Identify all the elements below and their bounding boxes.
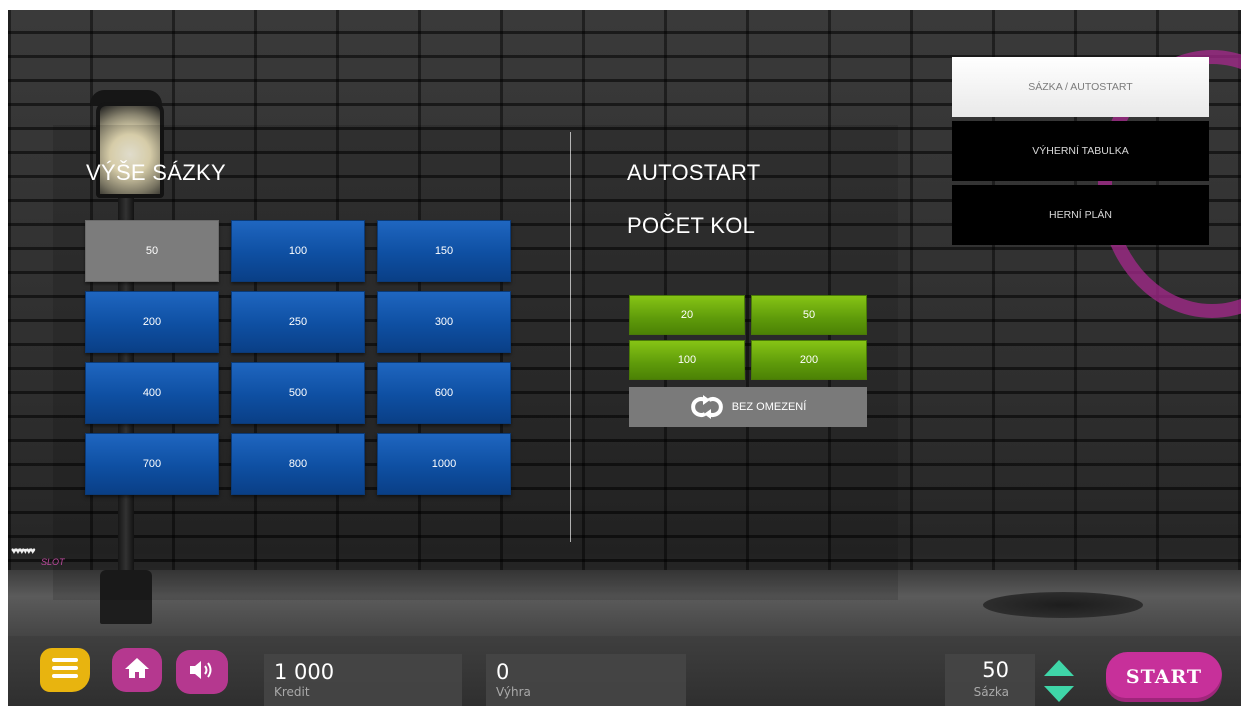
side-menu: SÁZKA / AUTOSTART VÝHERNÍ TABULKA HERNÍ … — [952, 57, 1209, 249]
unlimited-rounds-button[interactable]: BEZ OMEZENÍ — [629, 387, 867, 427]
credit-label: Kredit — [274, 685, 310, 699]
bet-display: 50 Sázka — [945, 654, 1035, 706]
menu-item-paytable[interactable]: VÝHERNÍ TABULKA — [952, 121, 1209, 181]
rounds-option-200[interactable]: 200 — [751, 340, 867, 380]
menu-button[interactable] — [40, 648, 90, 692]
home-icon — [124, 657, 150, 684]
credit-value: 1 000 — [274, 660, 335, 684]
unlimited-rounds-label: BEZ OMEZENÍ — [731, 401, 807, 413]
manhole — [983, 592, 1143, 618]
hamburger-icon — [52, 657, 78, 684]
bet-option-1000[interactable]: 1000 — [377, 433, 511, 495]
bottom-bar: 1 000 Kredit 0 Výhra 50 Sázka START — [8, 636, 1241, 706]
rounds-option-20[interactable]: 20 — [629, 295, 745, 335]
win-display: 0 Výhra — [486, 654, 686, 706]
sound-button[interactable] — [176, 650, 228, 694]
bet-option-200[interactable]: 200 — [85, 291, 219, 353]
bet-value: 50 — [982, 658, 1009, 682]
bet-option-600[interactable]: 600 — [377, 362, 511, 424]
bet-label: Sázka — [973, 685, 1009, 699]
bet-option-150[interactable]: 150 — [377, 220, 511, 282]
bet-amount-heading: VÝŠE SÁZKY — [86, 160, 226, 185]
loop-icon — [690, 394, 724, 420]
bet-option-300[interactable]: 300 — [377, 291, 511, 353]
rounds-option-50[interactable]: 50 — [751, 295, 867, 335]
bet-option-500[interactable]: 500 — [231, 362, 365, 424]
bet-option-250[interactable]: 250 — [231, 291, 365, 353]
section-divider — [570, 132, 571, 542]
start-button[interactable]: START — [1106, 652, 1222, 702]
autostart-heading: AUTOSTART — [627, 160, 761, 185]
game-screen: VÝŠE SÁZKY 50 100 150 200 250 300 400 50… — [8, 10, 1241, 706]
bet-amount-grid: 50 100 150 200 250 300 400 500 600 700 8… — [85, 220, 511, 495]
bet-decrease-arrow-icon[interactable] — [1044, 686, 1074, 702]
win-label: Výhra — [496, 685, 531, 699]
round-count-grid: 20 50 100 200 — [629, 295, 867, 380]
bet-option-800[interactable]: 800 — [231, 433, 365, 495]
bet-option-700[interactable]: 700 — [85, 433, 219, 495]
win-value: 0 — [496, 660, 510, 684]
credit-display: 1 000 Kredit — [264, 654, 462, 706]
home-button[interactable] — [112, 648, 162, 692]
bet-increase-arrow-icon[interactable] — [1044, 660, 1074, 676]
menu-item-bet-autostart[interactable]: SÁZKA / AUTOSTART — [952, 57, 1209, 117]
brand-text: SLOT — [41, 557, 65, 567]
menu-item-game-rules[interactable]: HERNÍ PLÁN — [952, 185, 1209, 245]
bet-option-100[interactable]: 100 — [231, 220, 365, 282]
round-count-heading: POČET KOL — [627, 213, 756, 238]
brand-logo: ♥♥♥▾♥♥ SLOT — [11, 546, 81, 582]
speaker-icon — [188, 659, 216, 686]
bet-option-50[interactable]: 50 — [85, 220, 219, 282]
bet-option-400[interactable]: 400 — [85, 362, 219, 424]
hearts-decoration: ♥♥♥▾♥♥ — [11, 546, 36, 557]
rounds-option-100[interactable]: 100 — [629, 340, 745, 380]
